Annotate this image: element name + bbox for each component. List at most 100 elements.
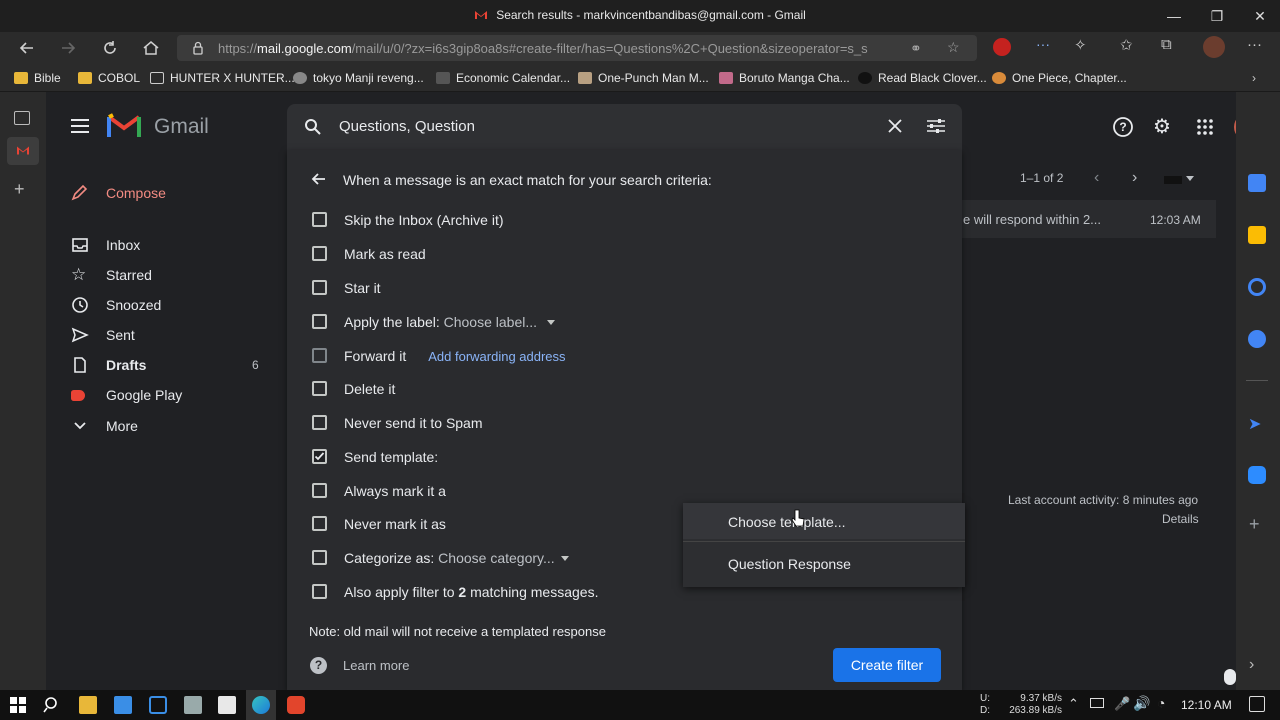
gmail-tab[interactable]: [7, 137, 39, 165]
label-dropdown-icon[interactable]: [547, 320, 556, 325]
collections-icon[interactable]: ⧉: [1161, 36, 1179, 54]
taskbar-clock[interactable]: 12:10 AM: [1181, 698, 1232, 712]
wifi-icon[interactable]: ◔: [1157, 695, 1165, 711]
add-addon-icon[interactable]: +: [1249, 515, 1265, 533]
tasks-icon[interactable]: [1248, 278, 1266, 296]
sidebar-item-inbox[interactable]: Inbox: [46, 230, 286, 260]
brave-icon[interactable]: [287, 696, 305, 714]
category-select[interactable]: Choose category...: [438, 550, 554, 566]
compose-button[interactable]: Compose: [106, 185, 166, 201]
file-explorer-icon[interactable]: [79, 696, 97, 714]
bookmark-item[interactable]: tokyo Manji reveng...: [293, 71, 424, 85]
also-apply-checkbox[interactable]: [312, 584, 327, 599]
learn-more-link[interactable]: Learn more: [343, 658, 409, 673]
bookmark-item[interactable]: Read Black Clover...: [858, 71, 987, 85]
next-page-icon[interactable]: ›: [1132, 169, 1137, 187]
input-tools-icon[interactable]: [1164, 176, 1182, 184]
never-important-checkbox[interactable]: [312, 516, 327, 531]
favorites-icon[interactable]: ✩: [1120, 36, 1138, 54]
compose-pencil-icon[interactable]: [70, 184, 88, 202]
bookmark-item[interactable]: One Piece, Chapter...: [992, 71, 1127, 85]
home-icon[interactable]: [141, 38, 161, 58]
send-template-checkbox[interactable]: [312, 449, 327, 464]
mail-app-icon[interactable]: [114, 696, 132, 714]
volume-icon[interactable]: 🔊: [1133, 695, 1150, 712]
app-icon[interactable]: [149, 696, 167, 714]
clear-search-icon[interactable]: [886, 117, 904, 135]
contacts-icon[interactable]: [1248, 330, 1266, 348]
sidebar-item-sent[interactable]: Sent: [46, 320, 286, 350]
address-bar[interactable]: https://mail.google.com/mail/u/0/?zx=i6s…: [177, 35, 977, 61]
category-dropdown-icon[interactable]: [560, 556, 569, 561]
extensions-puzzle-icon[interactable]: ✧: [1074, 36, 1092, 54]
store-icon[interactable]: [218, 696, 236, 714]
sidebar-item-starred[interactable]: ☆ Starred: [46, 260, 286, 290]
forward-icon[interactable]: [58, 38, 78, 58]
bookmark-item[interactable]: Economic Calendar...: [436, 71, 570, 85]
prev-page-icon[interactable]: ‹: [1094, 169, 1099, 187]
email-row[interactable]: e will respond within 2... 12:03 AM: [962, 200, 1216, 238]
search-bar[interactable]: Questions, Question: [287, 104, 962, 150]
search-input[interactable]: Questions, Question: [339, 118, 475, 135]
star-it-checkbox[interactable]: [312, 280, 327, 295]
link-icon[interactable]: ⚭: [910, 40, 926, 56]
bookmark-item[interactable]: One-Punch Man M...: [578, 71, 709, 85]
back-arrow-icon[interactable]: [310, 170, 328, 188]
lock-icon[interactable]: [191, 41, 205, 55]
back-icon[interactable]: [17, 38, 37, 58]
minimize-button[interactable]: —: [1164, 6, 1184, 26]
settings-gear-icon[interactable]: ⚙: [1153, 116, 1175, 138]
details-link[interactable]: Details: [1162, 512, 1199, 526]
close-window-button[interactable]: ✕: [1250, 6, 1270, 26]
keep-icon[interactable]: [1248, 226, 1266, 244]
tab-actions-icon[interactable]: [14, 111, 30, 125]
collapse-panel-icon[interactable]: ›: [1249, 656, 1265, 673]
extension-dots-icon[interactable]: ···: [1034, 36, 1052, 54]
input-tools-dropdown-icon[interactable]: [1186, 176, 1194, 181]
bookmark-item[interactable]: HUNTER X HUNTER...: [150, 71, 295, 85]
delete-checkbox[interactable]: [312, 381, 327, 396]
telegram-icon[interactable]: ➤: [1248, 414, 1266, 433]
forward-checkbox[interactable]: [312, 348, 327, 363]
settings-more-icon[interactable]: ···: [1247, 36, 1265, 54]
search-icon[interactable]: [304, 118, 322, 136]
sidebar-item-more[interactable]: More: [46, 411, 286, 441]
categorize-checkbox[interactable]: [312, 550, 327, 565]
help-icon[interactable]: ?: [1112, 116, 1134, 138]
microphone-icon[interactable]: 🎤: [1114, 696, 1130, 712]
edge-taskbar-active[interactable]: [246, 690, 276, 720]
calendar-icon[interactable]: [1248, 174, 1266, 192]
create-filter-button[interactable]: Create filter: [833, 648, 941, 682]
label-select[interactable]: Choose label...: [444, 314, 537, 330]
main-menu-icon[interactable]: [70, 117, 90, 135]
sidebar-item-drafts[interactable]: Drafts 6: [46, 350, 286, 380]
bookmarks-overflow-icon[interactable]: ›: [1252, 71, 1256, 85]
new-tab-icon[interactable]: +: [14, 180, 30, 198]
maximize-button[interactable]: ❐: [1207, 6, 1227, 26]
apps-grid-icon[interactable]: [1196, 118, 1214, 136]
search-taskbar-icon[interactable]: [43, 696, 61, 714]
bookmark-item[interactable]: COBOL: [78, 71, 140, 85]
bookmark-item[interactable]: Bible: [14, 71, 61, 85]
favorite-star-icon[interactable]: ☆: [947, 39, 963, 55]
extension-icon[interactable]: [993, 38, 1011, 56]
zoom-icon[interactable]: [1248, 466, 1266, 484]
tray-chevron-icon[interactable]: ⌃: [1068, 696, 1079, 712]
search-options-icon[interactable]: [926, 117, 946, 135]
battery-icon[interactable]: [1090, 698, 1104, 708]
app-icon[interactable]: [184, 696, 202, 714]
notifications-icon[interactable]: [1249, 696, 1265, 712]
windows-taskbar: U: D: 9.37 kB/s 263.89 kB/s ⌃ 🎤 🔊 ◔ 12:10 …: [0, 690, 1280, 720]
always-important-checkbox[interactable]: [312, 483, 327, 498]
bookmark-item[interactable]: Boruto Manga Cha...: [719, 71, 850, 85]
windows-start-icon[interactable]: [9, 696, 27, 714]
skip-inbox-checkbox[interactable]: [312, 212, 327, 227]
refresh-icon[interactable]: [100, 38, 120, 58]
never-spam-checkbox[interactable]: [312, 415, 327, 430]
mark-read-checkbox[interactable]: [312, 246, 327, 261]
sidebar-item-snoozed[interactable]: Snoozed: [46, 290, 286, 320]
apply-label-checkbox[interactable]: [312, 314, 327, 329]
add-forwarding-link[interactable]: Add forwarding address: [428, 349, 565, 364]
sidebar-item-google-play[interactable]: Google Play: [46, 380, 286, 410]
profile-avatar[interactable]: [1203, 36, 1225, 58]
